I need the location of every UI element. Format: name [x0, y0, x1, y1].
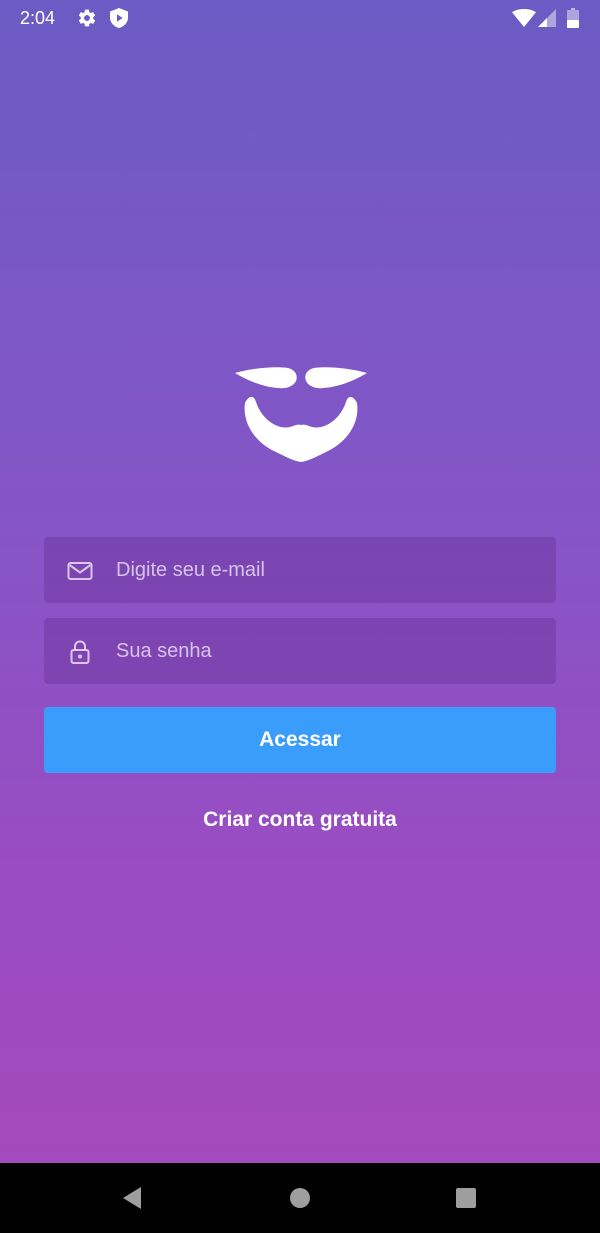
- login-screen: 2:04 Digite seu e-mail Acessar Criar con…: [0, 0, 600, 1233]
- battery-icon: [567, 8, 579, 28]
- password-input[interactable]: [116, 618, 536, 684]
- navigation-bar: [0, 1163, 600, 1233]
- home-icon[interactable]: [286, 1184, 314, 1212]
- recents-icon[interactable]: [452, 1184, 480, 1212]
- password-field[interactable]: [44, 618, 556, 684]
- wifi-icon: [512, 9, 536, 27]
- shield-icon: [110, 8, 128, 28]
- login-button[interactable]: Acessar: [44, 707, 556, 773]
- beard-mustache-logo: [235, 367, 367, 462]
- email-input[interactable]: [116, 537, 536, 603]
- create-account-link[interactable]: Criar conta gratuita: [100, 806, 500, 834]
- back-icon[interactable]: [118, 1184, 146, 1212]
- status-time: 2:04: [20, 8, 56, 28]
- signal-icon: [538, 9, 556, 27]
- lock-icon: [70, 640, 90, 664]
- email-field[interactable]: [44, 537, 556, 603]
- mail-icon: [67, 562, 93, 580]
- settings-icon: [78, 9, 96, 27]
- status-bar: 2:04: [0, 0, 600, 36]
